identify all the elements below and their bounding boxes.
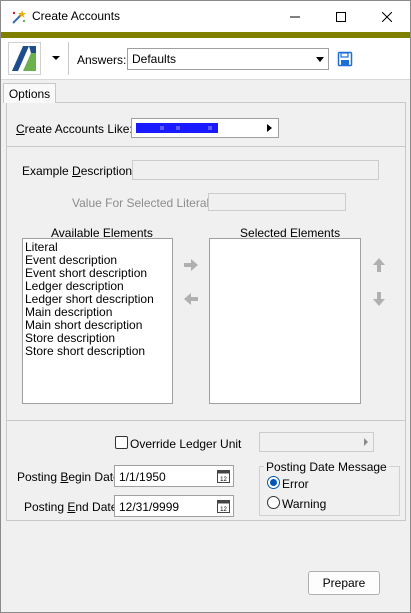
calendar-icon[interactable]: 12: [217, 469, 230, 483]
posting-message-title: Posting Date Message: [264, 460, 389, 474]
close-button[interactable]: [364, 1, 410, 32]
posting-end-field[interactable]: 12/31/9999 12: [114, 495, 234, 517]
answers-combo[interactable]: Defaults: [127, 48, 329, 70]
override-ledger-checkbox[interactable]: [115, 436, 128, 449]
tab-strip: [1, 80, 410, 102]
arrow-up-icon: [373, 258, 385, 272]
app-logo-button[interactable]: [8, 42, 41, 75]
value-selected-literal-label: Value For Selected Literal:: [72, 196, 213, 210]
magic-wand-icon: [12, 10, 26, 24]
available-elements-list[interactable]: Literal Event description Event short desc…: [22, 238, 173, 404]
answers-value: Defaults: [132, 52, 177, 66]
expand-arrow-icon: [267, 124, 272, 132]
prepare-button[interactable]: Prepare: [308, 571, 380, 595]
expand-arrow-icon: [364, 438, 368, 446]
divider: [7, 146, 405, 147]
arrow-right-icon: [184, 259, 198, 271]
posting-end-label: Posting End Date:: [24, 500, 121, 514]
add-element-button[interactable]: [181, 255, 201, 275]
selected-elements-list[interactable]: [209, 238, 361, 404]
calendar-icon[interactable]: 12: [217, 499, 230, 513]
tab-options[interactable]: Options: [3, 83, 56, 103]
value-selected-literal-field: [208, 193, 346, 211]
list-item[interactable]: Store short description: [23, 345, 172, 358]
error-radio[interactable]: [267, 476, 280, 489]
create-like-label: Create Accounts Like:: [16, 122, 133, 136]
svg-text:12: 12: [220, 477, 227, 483]
maximize-button[interactable]: [318, 1, 364, 32]
save-icon[interactable]: [337, 51, 353, 67]
close-icon: [382, 11, 392, 22]
move-up-button[interactable]: [369, 255, 389, 275]
toolbar-separator: [68, 42, 69, 75]
example-description-label: Example Description:: [22, 164, 136, 178]
warning-label: Warning: [282, 497, 327, 511]
dropdown-arrow-icon: [316, 57, 324, 62]
ledger-unit-field: [259, 432, 374, 452]
title-bar: Create Accounts: [1, 1, 410, 32]
chevron-down-icon[interactable]: [51, 54, 61, 62]
svg-text:12: 12: [220, 507, 227, 513]
minimize-icon: [290, 16, 300, 17]
posting-begin-field[interactable]: 1/1/1950 12: [114, 465, 234, 487]
create-accounts-window: Create Accounts Answers: Defaults Option…: [0, 0, 411, 613]
warning-radio[interactable]: [267, 496, 280, 509]
move-down-button[interactable]: [369, 289, 389, 309]
window-title: Create Accounts: [32, 9, 121, 23]
maximize-icon: [336, 11, 346, 22]
remove-element-button[interactable]: [181, 289, 201, 309]
arrow-down-icon: [373, 292, 385, 306]
create-like-field[interactable]: [131, 118, 279, 138]
divider: [7, 420, 405, 421]
example-description-field: [132, 160, 379, 180]
minimize-button[interactable]: [272, 1, 318, 32]
redacted-value: [136, 123, 218, 133]
posting-begin-label: Posting Begin Date:: [17, 470, 124, 484]
app-logo-icon: [12, 46, 36, 71]
toolbar: Answers: Defaults: [1, 38, 410, 80]
error-label: Error: [282, 477, 309, 491]
override-ledger-label: Override Ledger Unit: [130, 437, 242, 451]
answers-label: Answers:: [77, 53, 127, 67]
arrow-left-icon: [184, 293, 198, 305]
